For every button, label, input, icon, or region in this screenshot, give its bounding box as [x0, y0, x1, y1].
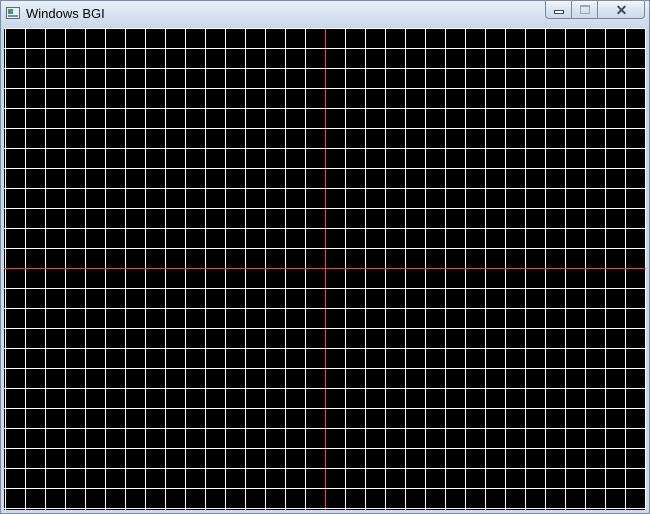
drawing-canvas[interactable] [4, 28, 646, 510]
window-controls: ✕ [545, 1, 645, 20]
maximize-icon [580, 5, 590, 14]
close-button[interactable]: ✕ [598, 1, 645, 19]
application-window: Windows BGI ✕ [0, 0, 650, 514]
window-icon[interactable] [6, 7, 20, 19]
maximize-button[interactable] [572, 1, 598, 19]
grid-canvas [4, 28, 646, 510]
minimize-button[interactable] [545, 1, 572, 19]
close-icon: ✕ [615, 2, 628, 18]
title-bar[interactable]: Windows BGI ✕ [1, 1, 649, 27]
minimize-icon [554, 10, 564, 14]
window-title: Windows BGI [26, 6, 105, 21]
